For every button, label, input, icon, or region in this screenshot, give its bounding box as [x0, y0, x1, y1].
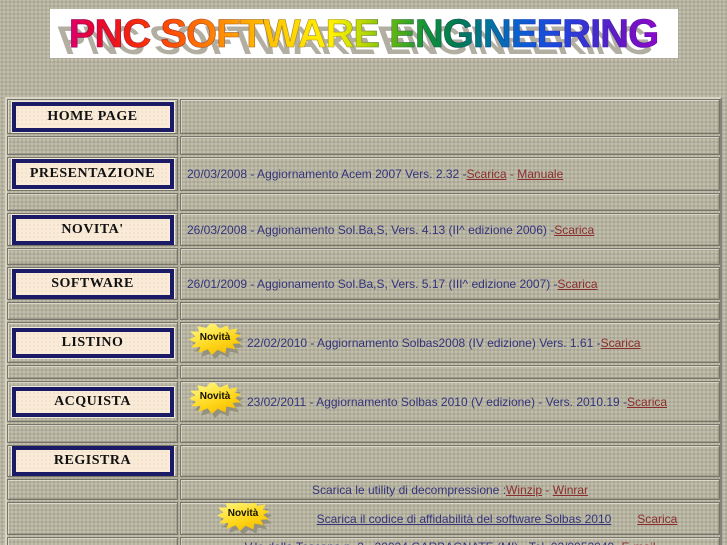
sidebar-item-acquista[interactable]: ACQUISTA [11, 386, 174, 417]
winzip-link[interactable]: Winzip [506, 483, 542, 497]
spacer-cell [7, 302, 178, 320]
spacer-cell [180, 136, 720, 155]
title-banner: PNC SOFTWARE ENGINEERING PNC SOFTWARE EN… [49, 9, 678, 63]
email-link[interactable]: E-mail [622, 540, 656, 545]
sidebar-item-label: LISTINO [14, 330, 171, 355]
spacer-cell [7, 248, 178, 265]
novita-badge-icon: Novità [217, 503, 272, 534]
news-text: 26/01/2009 - Aggionamento Sol.Ba,S, Vers… [187, 276, 558, 291]
codice-line: Scarica il codice di affidabilità del so… [275, 510, 719, 528]
news-row-solbas2010: Novità 23/02/2011 - Aggiornamento Solbas… [180, 381, 720, 422]
sidebar-cell-acquista: ACQUISTA [7, 381, 178, 422]
spacer-cell [180, 302, 720, 320]
winrar-link[interactable]: Winrar [553, 483, 588, 497]
novita-badge-icon: Novità [189, 383, 244, 418]
news-text: 26/03/2008 - Aggionamento Sol.Ba,S, Vers… [187, 222, 555, 237]
sidebar-item-home-page[interactable]: HOME PAGE [11, 101, 174, 132]
news-row-codice: Novità Scarica il codice di affidabilità… [180, 502, 720, 535]
news-text: 22/02/2010 - Aggiornamento Solbas2008 (I… [247, 335, 601, 350]
news-text: Scarica le utility di decompressione : [311, 482, 507, 497]
news-row-solbas413: 26/03/2008 - Aggionamento Sol.Ba,S, Vers… [180, 213, 720, 246]
link-separator: - [542, 482, 553, 497]
news-row-solbas517: 26/01/2009 - Aggionamento Sol.Ba,S, Vers… [180, 267, 720, 300]
sidebar-cell-empty-1 [7, 479, 178, 500]
manuale-link[interactable]: Manuale [517, 167, 563, 181]
scarica-link[interactable]: Scarica [554, 223, 594, 237]
sidebar-item-label: ACQUISTA [14, 389, 171, 414]
sidebar-cell-empty-2 [7, 502, 178, 535]
codice-text: Scarica il codice di affidabilità del so… [316, 511, 612, 526]
main-table: HOME PAGE PRESENTAZIONE 20/03/2008 - Agg… [5, 97, 722, 545]
badge-label: Novità [199, 391, 231, 402]
spacer-cell [7, 193, 178, 211]
sidebar-item-listino[interactable]: LISTINO [11, 327, 174, 358]
news-row-solbas2008: Novità 22/02/2010 - Aggiornamento Solbas… [180, 322, 720, 363]
sidebar-item-label: SOFTWARE [14, 271, 171, 296]
sidebar-cell-empty-3 [7, 537, 178, 545]
scarica-link[interactable]: Scarica [601, 336, 641, 350]
spacer-cell [7, 365, 178, 379]
footer-text: V.le della Toscana n. 2 - 20024 GARBAGNA… [244, 540, 621, 545]
spacer-cell [7, 136, 178, 155]
news-row-acem: 20/03/2008 - Aggiornamento Acem 2007 Ver… [180, 157, 720, 191]
sidebar-cell-home: HOME PAGE [7, 99, 178, 134]
news-cell-empty-2 [180, 445, 720, 477]
news-row-utility: Scarica le utility di decompressione : W… [180, 479, 720, 500]
sidebar-item-novita[interactable]: NOVITA' [11, 214, 174, 245]
sidebar-cell-novita: NOVITA' [7, 213, 178, 246]
footer-row: V.le della Toscana n. 2 - 20024 GARBAGNA… [180, 537, 720, 545]
scarica-link[interactable]: Scarica [467, 167, 507, 181]
sidebar-item-presentazione[interactable]: PRESENTAZIONE [11, 159, 174, 189]
sidebar-item-registra[interactable]: REGISTRA [11, 446, 174, 476]
badge-label: Novità [227, 508, 259, 519]
sidebar-item-label: HOME PAGE [14, 104, 171, 129]
sidebar-cell-registra: REGISTRA [7, 445, 178, 477]
sidebar-cell-software: SOFTWARE [7, 267, 178, 300]
scarica-link[interactable]: Scarica [558, 277, 598, 291]
news-cell-empty-1 [180, 99, 720, 134]
scarica-link[interactable]: Scarica [637, 512, 677, 526]
sidebar-item-label: PRESENTAZIONE [14, 162, 171, 186]
badge-label: Novità [199, 332, 231, 343]
spacer-cell [180, 365, 720, 379]
spacer-cell [180, 424, 720, 443]
scarica-link[interactable]: Scarica [627, 395, 667, 409]
news-text: 23/02/2011 - Aggiornamento Solbas 2010 (… [247, 394, 628, 409]
spacer-cell [180, 193, 720, 211]
spacer-cell [180, 248, 720, 265]
sidebar-cell-presentazione: PRESENTAZIONE [7, 157, 178, 191]
sidebar-item-label: NOVITA' [14, 217, 171, 242]
sidebar-item-software[interactable]: SOFTWARE [11, 268, 174, 299]
sidebar-item-label: REGISTRA [14, 449, 171, 473]
page-title: PNC SOFTWARE ENGINEERING [50, 11, 678, 57]
link-separator: - [506, 167, 518, 181]
news-text: 20/03/2008 - Aggiornamento Acem 2007 Ver… [187, 167, 467, 181]
sidebar-cell-listino: LISTINO [7, 322, 178, 363]
spacer-cell [7, 424, 178, 443]
novita-badge-icon: Novità [189, 324, 244, 359]
